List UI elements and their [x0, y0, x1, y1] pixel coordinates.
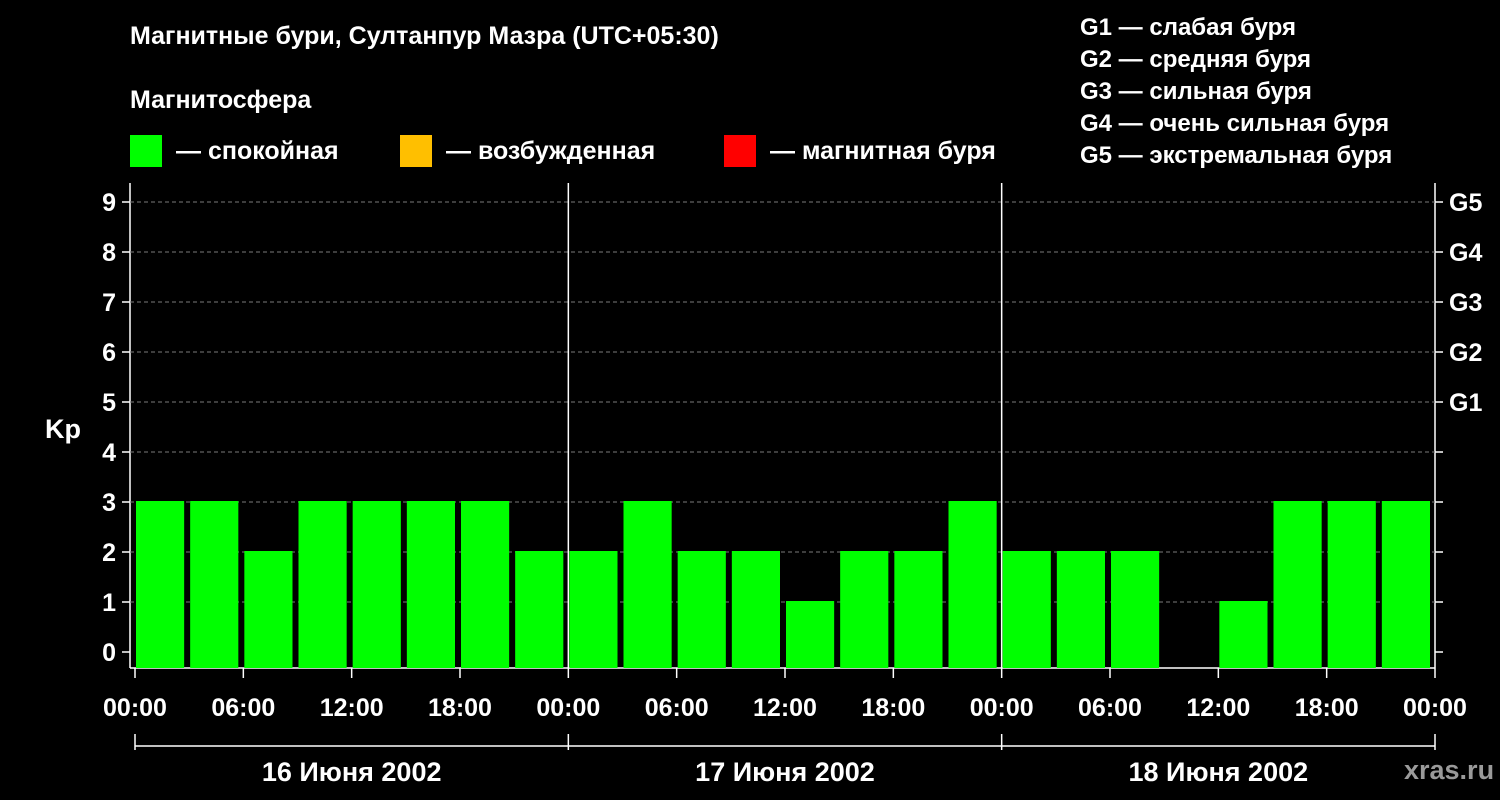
kp-bar	[1219, 601, 1268, 668]
y-tick-label: 6	[102, 339, 116, 367]
y-tick-label: 5	[102, 389, 116, 417]
watermark: xras.ru	[1404, 755, 1495, 785]
x-tick-label: 06:00	[645, 694, 709, 722]
g-tick-label: G1	[1449, 389, 1482, 417]
kp-bar	[136, 501, 185, 668]
kp-bar	[1273, 501, 1322, 668]
x-tick-label: 06:00	[1078, 694, 1142, 722]
kp-bar	[1381, 501, 1430, 668]
x-tick-label: 00:00	[1403, 694, 1467, 722]
kp-bar	[948, 501, 997, 668]
kp-bar	[786, 601, 835, 668]
kp-bar	[731, 551, 780, 668]
y-tick-label: 0	[102, 639, 116, 667]
kp-bar	[1327, 501, 1376, 668]
day-label: 17 Июня 2002	[695, 757, 875, 787]
kp-bar	[244, 551, 293, 668]
y-tick-label: 1	[102, 589, 116, 617]
x-tick-label: 06:00	[211, 694, 275, 722]
y-tick-label: 3	[102, 489, 116, 517]
x-tick-label: 12:00	[320, 694, 384, 722]
kp-bar	[406, 501, 455, 668]
y-tick-label: 7	[102, 289, 116, 317]
kp-bar	[894, 551, 943, 668]
x-tick-label: 00:00	[970, 694, 1034, 722]
y-tick-label: 4	[102, 439, 116, 467]
kp-bar	[677, 551, 726, 668]
kp-bar	[1111, 551, 1160, 668]
g-tick-label: G4	[1449, 239, 1482, 267]
day-label: 16 Июня 2002	[262, 757, 442, 787]
g-tick-label: G3	[1449, 289, 1482, 317]
kp-bar	[190, 501, 239, 668]
kp-bar	[1002, 551, 1051, 668]
kp-bar	[298, 501, 347, 668]
kp-chart: 0 1 2 3 4 5 6 7 8 9 G1 G2 G3 G4 G5 Kp 00:00 06:00 12:00 18:…	[45, 183, 1482, 787]
x-tick-label: 18:00	[428, 694, 492, 722]
y-tick-label: 2	[102, 539, 116, 567]
kp-bar	[569, 551, 618, 668]
x-tick-label: 12:00	[1186, 694, 1250, 722]
x-tick-label: 00:00	[103, 694, 167, 722]
kp-bar	[1056, 551, 1105, 668]
g-tick-label: G2	[1449, 339, 1482, 367]
y-axis-label: Kp	[45, 414, 81, 444]
kp-bar	[840, 551, 889, 668]
kp-bar	[461, 501, 510, 668]
kp-bar	[352, 501, 401, 668]
day-label: 18 Июня 2002	[1129, 757, 1309, 787]
x-tick-label: 18:00	[1295, 694, 1359, 722]
x-tick-label: 00:00	[536, 694, 600, 722]
y-tick-label: 9	[102, 189, 116, 217]
x-tick-label: 18:00	[861, 694, 925, 722]
x-tick-label: 12:00	[753, 694, 817, 722]
y-tick-label: 8	[102, 239, 116, 267]
kp-bar	[515, 551, 564, 668]
g-tick-label: G5	[1449, 189, 1482, 217]
kp-bar	[623, 501, 672, 668]
